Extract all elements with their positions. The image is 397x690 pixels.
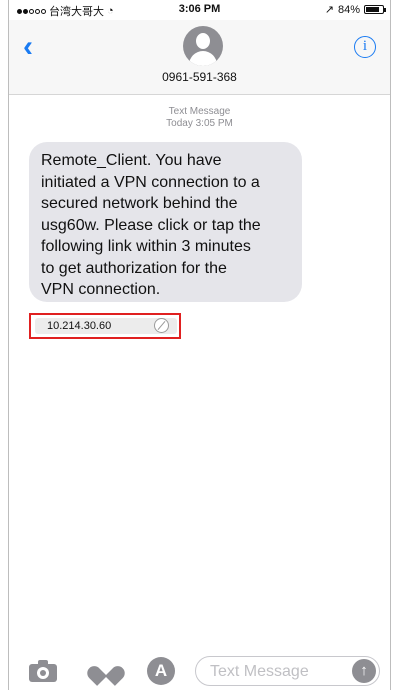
info-icon: i [362, 38, 368, 54]
message-input[interactable]: Text Message ↑ [195, 656, 380, 686]
status-right: ↗ 84% [324, 3, 386, 16]
message-line: VPN connection. [41, 281, 161, 298]
heart-icon [84, 663, 107, 686]
compose-bar: A Text Message ↑ [9, 650, 390, 690]
location-icon: ↗ [324, 4, 334, 16]
avatar-head [196, 33, 210, 49]
battery-icon [364, 5, 386, 14]
camera-icon [37, 667, 49, 679]
message-line: to get authorization for the [41, 259, 227, 277]
chevron-left-icon: ‹ [23, 30, 33, 63]
phone-screen: 台湾大哥大 ◔ 3:06 PM ↗ 84% ‹ 0961-591-368 i T… [8, 0, 391, 690]
link-highlight: 10.214.30.60 [29, 313, 181, 339]
compass-icon [154, 318, 169, 333]
battery-fill [366, 7, 380, 12]
message-service: Text Message [168, 106, 231, 117]
conversation-header: ‹ 0961-591-368 i [9, 20, 390, 95]
message-line: initiated a VPN connection to a [41, 173, 260, 191]
link-address[interactable]: 10.214.30.60 [47, 320, 111, 332]
message-line: secured network behind the [41, 195, 238, 212]
message-placeholder: Text Message [210, 663, 309, 680]
app-store-button[interactable]: A [147, 657, 175, 685]
digital-touch-button[interactable] [84, 660, 128, 686]
message-timestamp: Text Message Today 3:05 PM [9, 106, 390, 130]
avatar-body [189, 51, 217, 66]
send-button[interactable]: ↑ [352, 659, 376, 683]
message-line: following link within 3 minutes [41, 238, 251, 255]
message-time: Today 3:05 PM [166, 118, 233, 129]
app-store-icon: A [147, 657, 175, 685]
contact-avatar[interactable] [183, 26, 223, 66]
link-preview[interactable]: 10.214.30.60 [35, 318, 177, 334]
info-button[interactable]: i [354, 36, 376, 58]
send-arrow-icon: ↑ [360, 662, 368, 679]
status-bar: 台湾大哥大 ◔ 3:06 PM ↗ 84% [9, 0, 390, 20]
incoming-message-bubble[interactable]: Remote_Client. You have initiated a VPN … [29, 142, 302, 302]
message-line: Remote_Client. You have [41, 152, 222, 169]
message-line: usg60w. Please click or tap the [41, 216, 261, 234]
battery-percent: 84% [337, 3, 360, 16]
camera-button[interactable] [29, 660, 57, 682]
contact-number[interactable]: 0961-591-368 [9, 70, 390, 84]
back-button[interactable]: ‹ [23, 32, 47, 62]
